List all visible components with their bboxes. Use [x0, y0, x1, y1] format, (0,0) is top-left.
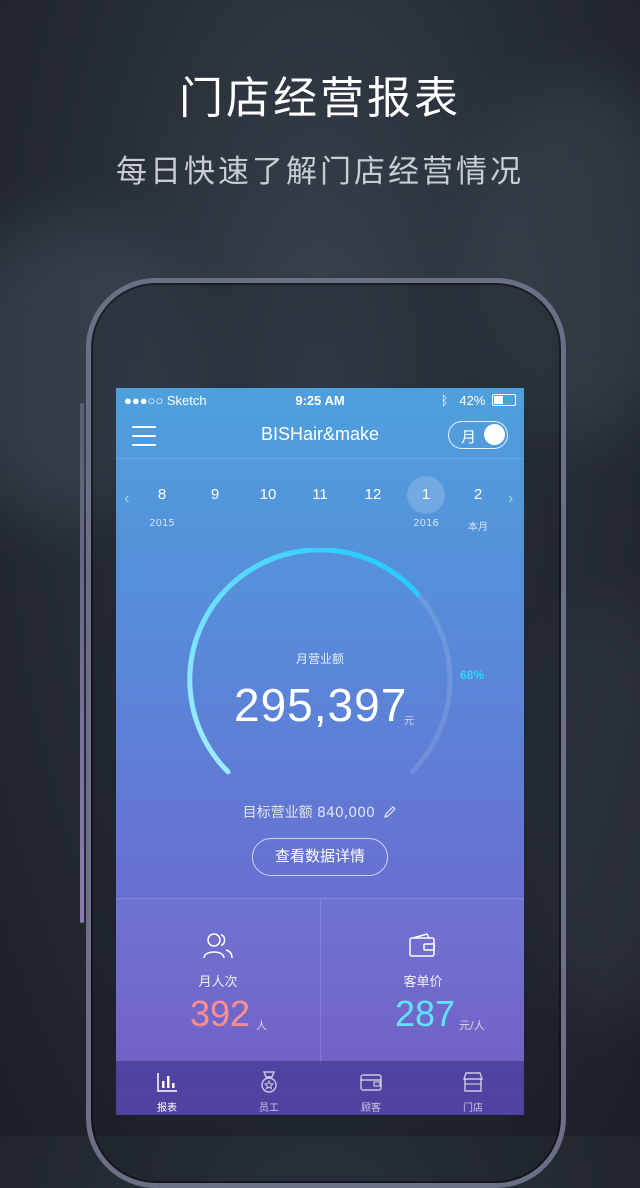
tab-staff[interactable]: 员工 — [218, 1061, 320, 1115]
month-number: 12 — [364, 486, 382, 503]
nav-bar: BISHair&make 月 — [116, 414, 524, 458]
visits-value: 392 — [190, 993, 251, 1034]
battery-percent: 42% — [459, 393, 486, 408]
avg-price-label: 客单价 — [403, 975, 443, 990]
tab-store[interactable]: 门店 — [422, 1061, 524, 1115]
tab-label: 报表 — [157, 1103, 177, 1114]
medal-icon — [261, 1071, 277, 1093]
month-item[interactable]: 2 本月 — [458, 476, 498, 533]
tab-label: 门店 — [463, 1103, 483, 1114]
tab-label: 顾客 — [361, 1103, 381, 1114]
month-number: 2 — [473, 486, 483, 503]
month-item-selected[interactable]: 1 2016 — [406, 476, 446, 529]
month-number: 8 — [157, 486, 167, 503]
month-number: 10 — [259, 486, 277, 503]
wallet-icon — [360, 1074, 382, 1091]
month-year: 本月 — [468, 522, 488, 533]
tab-reports[interactable]: 报表 — [116, 1061, 218, 1115]
people-icon — [203, 933, 233, 959]
tab-customers[interactable]: 顾客 — [320, 1061, 422, 1115]
period-toggle[interactable]: 月 — [448, 421, 508, 449]
target-label: 目标营业额 — [242, 805, 313, 821]
toggle-knob — [484, 424, 505, 445]
revenue-unit: 元 — [404, 716, 414, 727]
month-item[interactable]: 10 — [248, 476, 288, 518]
month-number: 11 — [312, 486, 328, 503]
target-revenue: 目标营业额 840,000 — [116, 802, 524, 822]
revenue-label: 月营业额 — [295, 652, 344, 666]
month-selector: ‹ 8 2015 9 10 11 12 1 2016 2 本月 › — [116, 476, 524, 546]
tab-bar: 报表 员工 顾客 门店 — [116, 1061, 524, 1115]
avg-price-stat: 客单价 287 元/人 — [320, 899, 524, 1064]
month-year: 2015 — [149, 518, 175, 529]
wallet-icon — [409, 933, 435, 957]
period-toggle-label: 月 — [461, 428, 477, 446]
battery-icon — [492, 394, 516, 406]
avg-price-unit: 元/人 — [459, 1019, 485, 1032]
status-bar: ●●●○○ Sketch 9:25 AM ᛒ 42% — [116, 388, 524, 412]
revenue-percent: 68% — [460, 668, 485, 682]
promo-subtitle: 每日快速了解门店经营情况 — [116, 154, 524, 190]
avg-price-value: 287 — [395, 993, 456, 1034]
visits-label: 月人次 — [198, 975, 238, 990]
store-icon — [463, 1072, 483, 1092]
view-details-button[interactable]: 查看数据详情 — [252, 838, 388, 876]
edit-pencil-icon[interactable] — [383, 805, 397, 819]
month-item[interactable]: 9 — [195, 476, 235, 518]
month-item[interactable]: 11 — [300, 476, 340, 518]
month-item[interactable]: 12 — [353, 476, 393, 518]
status-right: ᛒ 42% — [441, 393, 516, 408]
month-item[interactable]: 8 2015 — [142, 476, 182, 529]
divider — [116, 458, 524, 459]
chevron-right-icon[interactable]: › — [508, 490, 513, 508]
bar-chart-icon — [157, 1073, 177, 1092]
target-value: 840,000 — [317, 805, 375, 821]
month-number: 9 — [210, 486, 220, 503]
month-year: 2016 — [413, 518, 439, 529]
promo-title: 门店经营报表 — [179, 73, 461, 124]
stats-panel: 月人次 392 人 客单价 287 元/人 — [116, 898, 524, 1064]
visits-unit: 人 — [256, 1019, 267, 1032]
visits-stat: 月人次 392 人 — [116, 899, 320, 1064]
revenue-value: 295,397 — [234, 679, 408, 731]
month-number: 1 — [407, 476, 445, 514]
tab-label: 员工 — [259, 1103, 279, 1114]
bluetooth-icon: ᛒ — [440, 393, 449, 408]
chevron-left-icon[interactable]: ‹ — [124, 490, 129, 508]
app-screen: ●●●○○ Sketch 9:25 AM ᛒ 42% BISHair&make … — [116, 388, 524, 1115]
